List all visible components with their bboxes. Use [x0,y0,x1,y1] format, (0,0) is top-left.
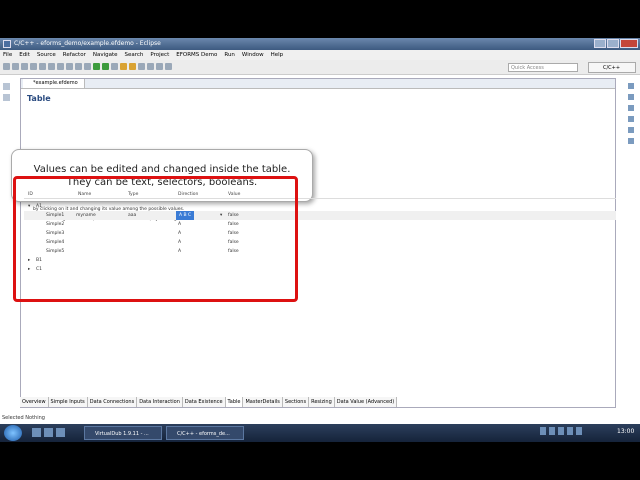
hammer-icon[interactable] [75,63,82,70]
target-icon[interactable] [84,63,91,70]
editor-tab[interactable]: *example.efdemo [23,79,85,88]
cut-icon[interactable] [48,63,55,70]
menu-edit[interactable]: Edit [19,50,30,60]
menu-bar: File Edit Source Refactor Navigate Searc… [0,50,640,60]
menu-run[interactable]: Run [224,50,235,60]
tab-data-connections[interactable]: Data Connections [87,397,138,407]
toolbar-icons [3,63,172,70]
debug-icon[interactable] [93,63,100,70]
title-bar: C/C++ - eforms_demo/example.efdemo - Ecl… [0,38,640,50]
menu-refactor[interactable]: Refactor [63,50,86,60]
quick-access-input[interactable]: Quick Access [508,63,578,72]
maximize-button[interactable] [607,39,619,48]
tab-resizing[interactable]: Resizing [309,397,335,407]
taskbar: VirtualDub 1.9.11 - ... C/C++ - eforms_d… [0,424,640,442]
new-icon[interactable] [3,63,10,70]
tray-icon[interactable] [540,427,546,435]
tray-icon[interactable] [558,427,564,435]
menu-source[interactable]: Source [37,50,56,60]
search-icon[interactable] [138,63,145,70]
external-tools-icon[interactable] [111,63,118,70]
problems-icon[interactable] [628,116,634,122]
tab-data-interaction[interactable]: Data Interaction [137,397,183,407]
save-icon[interactable] [12,63,19,70]
minimize-button[interactable] [594,39,606,48]
back-icon[interactable] [156,63,163,70]
quick-launch [32,428,65,437]
explorer-icon[interactable] [44,428,53,437]
status-bar: Selected Nothing [2,415,45,421]
taskbar-item-virtualdub[interactable]: VirtualDub 1.9.11 - ... [84,426,162,440]
run-icon[interactable] [102,63,109,70]
menu-eforms-demo[interactable]: EFORMS Demo [176,50,217,60]
system-tray [540,427,582,435]
copy-icon[interactable] [57,63,64,70]
tab-sections[interactable]: Sections [282,397,310,407]
close-button[interactable] [620,39,638,48]
annotation-icon[interactable] [147,63,154,70]
open-type-icon[interactable] [129,63,136,70]
new-folder-icon[interactable] [120,63,127,70]
eclipse-icon [3,40,11,48]
screen: C/C++ - eforms_demo/example.efdemo - Ecl… [0,38,640,442]
start-button[interactable] [4,425,22,441]
page-title: Table [27,94,51,103]
show-desktop-icon[interactable] [32,428,41,437]
menu-navigate[interactable]: Navigate [93,50,118,60]
volume-icon[interactable] [576,427,582,435]
save-all-icon[interactable] [21,63,28,70]
editor-page-tabs: Overview Simple Inputs Data Connections … [20,397,398,407]
properties-icon[interactable] [628,138,634,144]
tab-overview[interactable]: Overview [20,397,49,407]
tab-data-value-advanced[interactable]: Data Value (Advanced) [334,397,398,407]
network-icon[interactable] [567,427,573,435]
editor-tab-bar [21,79,615,89]
tray-icon[interactable] [549,427,555,435]
print-icon[interactable] [30,63,37,70]
menu-help[interactable]: Help [271,50,284,60]
tab-simple-inputs[interactable]: Simple Inputs [48,397,88,407]
outline-icon[interactable] [628,83,634,89]
window-title: C/C++ - eforms_demo/example.efdemo - Ecl… [14,40,161,47]
menu-project[interactable]: Project [150,50,169,60]
taskbar-item-eclipse[interactable]: C/C++ - eforms_de... [166,426,244,440]
window-controls [594,39,638,48]
paste-icon[interactable] [66,63,73,70]
tab-table[interactable]: Table [225,397,244,407]
console-icon[interactable] [628,127,634,133]
menu-search[interactable]: Search [125,50,144,60]
right-trim [628,83,634,144]
tab-data-existence[interactable]: Data Existence [182,397,226,407]
restore-icon[interactable] [3,83,10,90]
make-targets-icon[interactable] [628,94,634,100]
build-icon[interactable] [39,63,46,70]
menu-window[interactable]: Window [242,50,264,60]
highlight-box [13,176,298,302]
tasks-icon[interactable] [628,105,634,111]
toolbar: Quick Access C/C++ [0,60,640,75]
browser-icon[interactable] [56,428,65,437]
perspective-switcher[interactable]: C/C++ [588,62,636,73]
clock[interactable]: 13:00 [617,428,634,435]
callout-line-1: Values can be edited and changed inside … [33,164,291,175]
forward-icon[interactable] [165,63,172,70]
tab-master-details[interactable]: MasterDetails [243,397,283,407]
menu-file[interactable]: File [3,50,12,60]
project-explorer-icon[interactable] [3,94,10,101]
left-trim [3,83,10,101]
